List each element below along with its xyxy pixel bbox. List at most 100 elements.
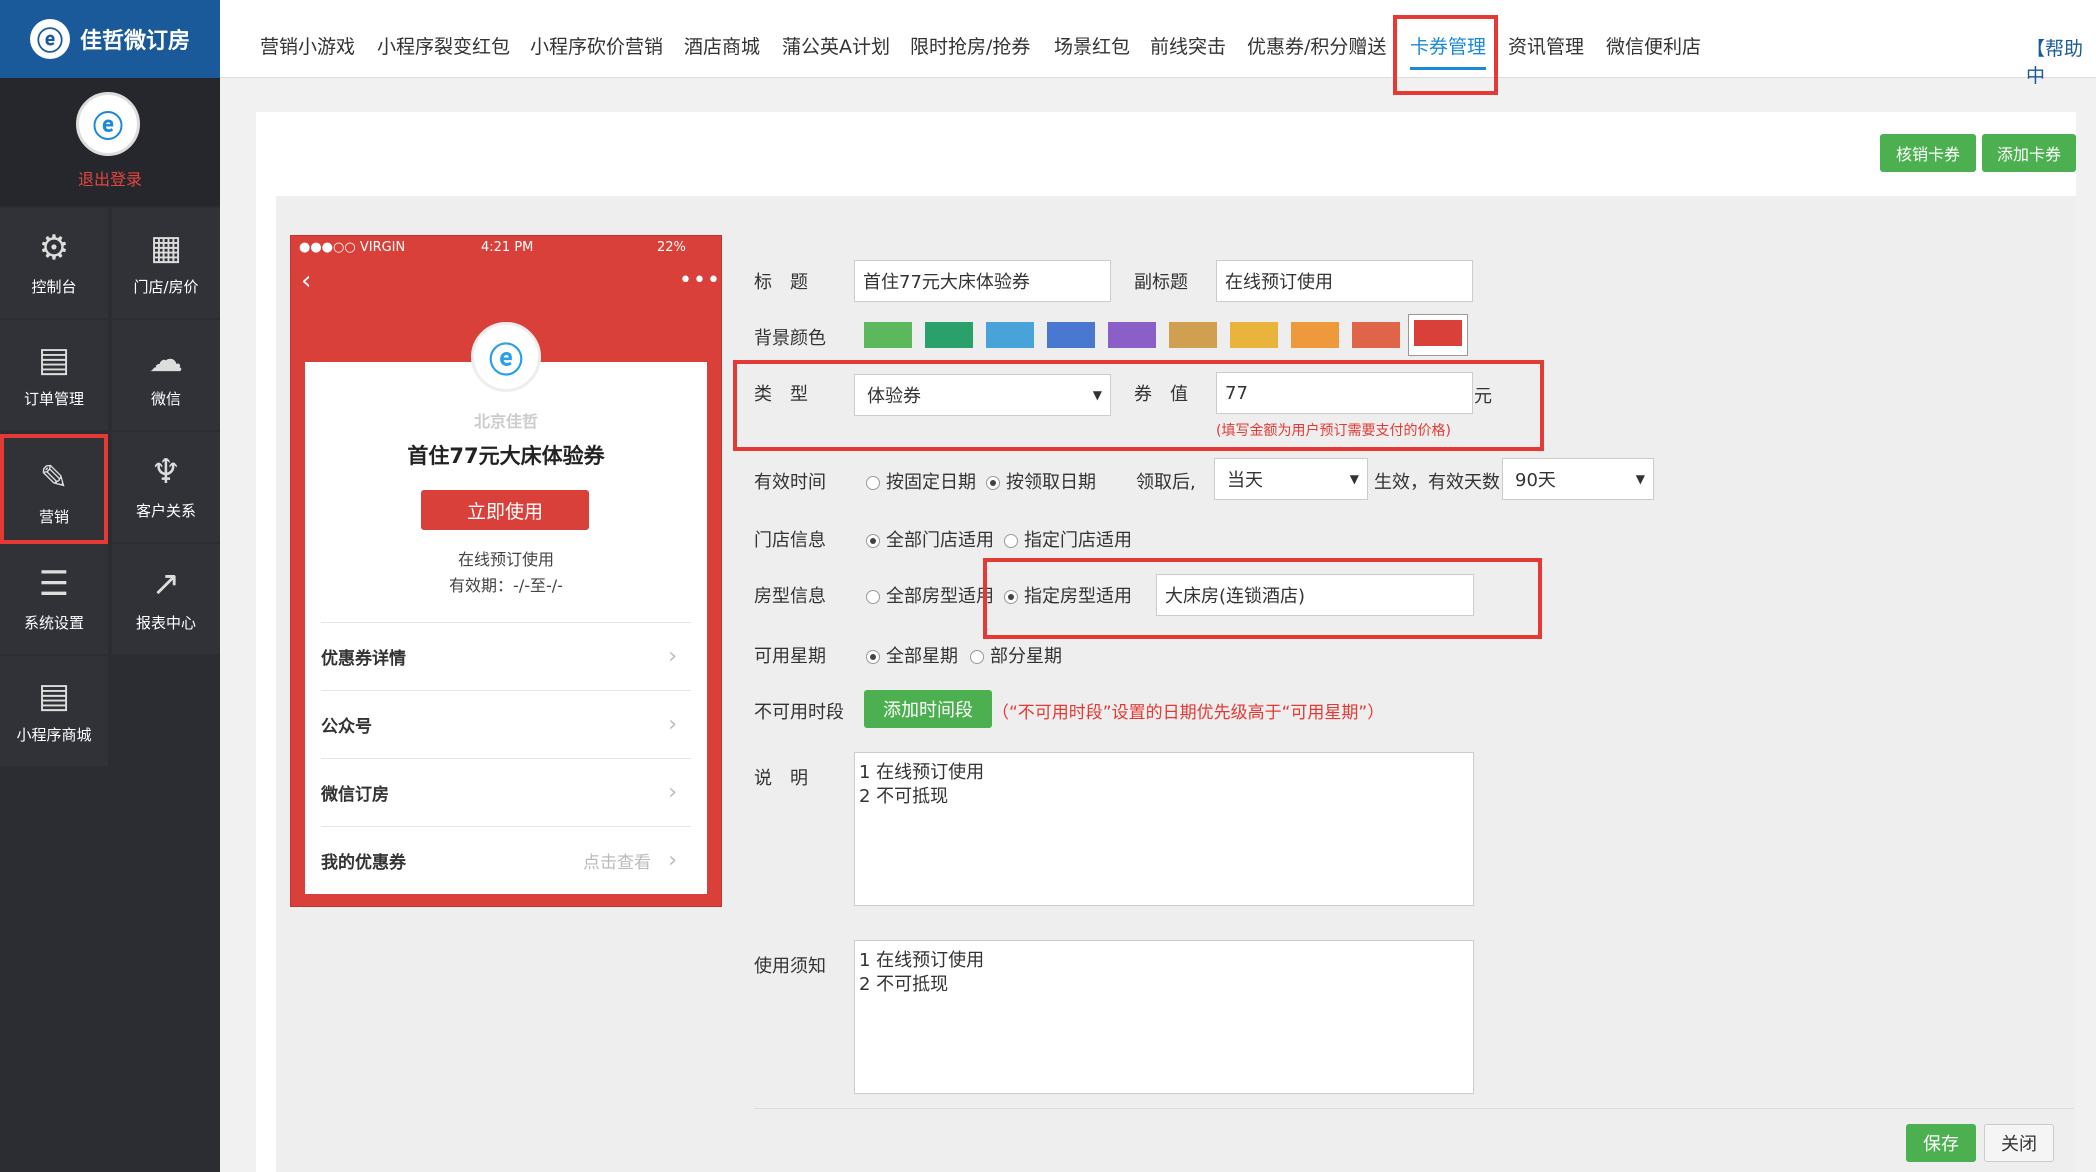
clock: 4:21 PM	[481, 240, 534, 255]
color-swatch-lightblue[interactable]	[986, 322, 1034, 348]
sidebar-item-label: 门店/房价	[133, 278, 199, 296]
shop-logo: ⓔ	[471, 322, 541, 392]
store-some-radio[interactable]: 指定门店适用	[1004, 526, 1132, 552]
color-swatch-green[interactable]	[864, 322, 912, 348]
description-textarea[interactable]: 1 在线预订使用 2 不可抵现	[854, 752, 1474, 906]
radio-checked-icon	[866, 650, 880, 664]
back-icon[interactable]: ‹	[301, 266, 311, 296]
sidebar-item-orders[interactable]: ▤ 订单管理	[0, 320, 108, 430]
chart-line-icon: ↗	[151, 564, 181, 604]
close-button[interactable]: 关闭	[1984, 1124, 2054, 1162]
sidebar-item-customers[interactable]: ♆ 客户关系	[112, 432, 220, 542]
add-period-button[interactable]: 添加时间段	[864, 690, 992, 728]
store-label: 门店信息	[754, 530, 826, 551]
menu-item[interactable]: 限时抢房/抢券	[910, 32, 1030, 59]
validity-fixed-radio[interactable]: 按固定日期	[866, 468, 976, 494]
color-swatch-blue[interactable]	[1047, 322, 1095, 348]
list-item[interactable]: 优惠券详情 ›	[321, 622, 691, 690]
sidebar-item-reports[interactable]: ↗ 报表中心	[112, 544, 220, 654]
type-select[interactable]: 体验券 ▼	[854, 374, 1111, 416]
menu-item[interactable]: 酒店商城	[684, 32, 760, 59]
sidebar-item-label: 营销	[38, 508, 69, 526]
room-all-radio[interactable]: 全部房型适用	[866, 582, 994, 608]
shop-name: 北京佳哲	[473, 412, 538, 431]
sidebar-item-mini-mall[interactable]: ▤ 小程序商城	[0, 656, 108, 766]
value-hint: (填写金额为用户预订需要支付的价格)	[1216, 423, 1451, 439]
sidebar-item-label: 系统设置	[23, 614, 84, 632]
title-input[interactable]: 首住77元大床体验券	[854, 260, 1111, 302]
avatar[interactable]: ⓔ	[76, 92, 140, 156]
validity-claim-radio[interactable]: 按领取日期	[986, 468, 1096, 494]
color-swatch-teal[interactable]	[925, 322, 973, 348]
divider	[754, 1108, 2074, 1109]
color-swatch-red[interactable]	[1414, 320, 1462, 346]
use-now-button[interactable]: 立即使用	[421, 490, 589, 530]
room-some-radio[interactable]: 指定房型适用	[1004, 582, 1132, 608]
room-type-input[interactable]: 大床房(连锁酒店)	[1156, 574, 1474, 616]
sidebar-item-label: 控制台	[31, 278, 77, 296]
menu-item[interactable]: 小程序砍价营销	[530, 32, 663, 59]
menu-item[interactable]: 资讯管理	[1508, 32, 1584, 59]
list-item[interactable]: 微信订房 ›	[321, 758, 691, 826]
sliders-icon: ☰	[38, 564, 70, 604]
battery-level: 22%	[657, 240, 686, 255]
sidebar-item-marketing[interactable]: ✎ 营销	[0, 434, 108, 544]
unavailable-hint: （“不可用时段”设置的日期优先级高于“可用星期”）	[992, 703, 1385, 723]
store-all-radio[interactable]: 全部门店适用	[866, 526, 994, 552]
description-label: 说 明	[754, 768, 808, 789]
color-swatch-tan[interactable]	[1169, 322, 1217, 348]
notice-label: 使用须知	[754, 956, 826, 977]
save-button[interactable]: 保存	[1906, 1124, 1976, 1162]
effective-label: 生效，有效天数	[1374, 472, 1500, 493]
notice-textarea[interactable]: 1 在线预订使用 2 不可抵现	[854, 940, 1474, 1094]
logout-link[interactable]: 退出登录	[0, 166, 220, 190]
list-item[interactable]: 我的优惠券 点击查看 ›	[321, 826, 691, 894]
top-menu-bar: 营销小游戏 小程序裂变红包 小程序砍价营销 酒店商城 蒲公英A计划 限时抢房/抢…	[220, 0, 2096, 78]
value-unit: 元	[1474, 386, 1492, 407]
menu-item[interactable]: 场景红包	[1054, 32, 1130, 59]
caret-down-icon: ▼	[1349, 472, 1359, 486]
gear-icon: ⚙	[38, 228, 70, 268]
coupon-subtitle: 在线预订使用	[457, 550, 554, 569]
sidebar-item-stores[interactable]: ▦ 门店/房价	[112, 208, 220, 318]
list-hint: 点击查看	[583, 853, 651, 873]
document-icon: ▤	[37, 340, 71, 380]
menu-item[interactable]: 优惠券/积分赠送	[1247, 32, 1386, 59]
start-select[interactable]: 当天 ▼	[1214, 458, 1368, 500]
more-icon[interactable]: •••	[679, 268, 721, 293]
menu-item[interactable]: 蒲公英A计划	[782, 32, 890, 59]
radio-icon	[866, 590, 880, 604]
days-select[interactable]: 90天 ▼	[1502, 458, 1654, 500]
menu-item[interactable]: 营销小游戏	[260, 32, 355, 59]
sidebar-item-label: 订单管理	[23, 390, 84, 408]
radio-icon	[866, 476, 880, 490]
menu-item[interactable]: 微信便利店	[1606, 32, 1701, 59]
coupon-card: ⓔ 北京佳哲 首住77元大床体验券 立即使用 在线预订使用 有效期：-/-至-/…	[305, 322, 707, 894]
menu-item[interactable]: 小程序裂变红包	[377, 32, 510, 59]
app-logo[interactable]: ⓔ 佳哲微订房	[0, 0, 220, 78]
value-input[interactable]: 77	[1216, 372, 1473, 414]
highlight-box	[1393, 15, 1498, 95]
radio-checked-icon	[1004, 590, 1018, 604]
sidebar-item-label: 小程序商城	[16, 726, 92, 744]
color-swatch-orange[interactable]	[1291, 322, 1339, 348]
week-all-radio[interactable]: 全部星期	[866, 642, 958, 668]
color-swatch-coral[interactable]	[1352, 322, 1400, 348]
color-swatch-purple[interactable]	[1108, 322, 1156, 348]
sidebar-item-dashboard[interactable]: ⚙ 控制台	[0, 208, 108, 318]
sidebar-item-settings[interactable]: ☰ 系统设置	[0, 544, 108, 654]
type-label: 类 型	[754, 384, 808, 405]
list-item[interactable]: 公众号 ›	[321, 690, 691, 758]
user-box: ⓔ 退出登录	[0, 78, 220, 206]
glasses-icon: ♆	[150, 452, 182, 492]
verify-coupon-button[interactable]: 核销卡券	[1880, 134, 1976, 172]
color-swatch-yellow[interactable]	[1230, 322, 1278, 348]
subtitle-input[interactable]: 在线预订使用	[1216, 260, 1473, 302]
help-link[interactable]: 【帮助中	[2026, 34, 2096, 88]
week-some-radio[interactable]: 部分星期	[970, 642, 1062, 668]
wechat-icon: ☁	[149, 340, 183, 380]
bg-color-label: 背景颜色	[754, 328, 826, 349]
add-coupon-button[interactable]: 添加卡券	[1982, 134, 2076, 172]
sidebar-item-wechat[interactable]: ☁ 微信	[112, 320, 220, 430]
menu-item[interactable]: 前线突击	[1150, 32, 1226, 59]
